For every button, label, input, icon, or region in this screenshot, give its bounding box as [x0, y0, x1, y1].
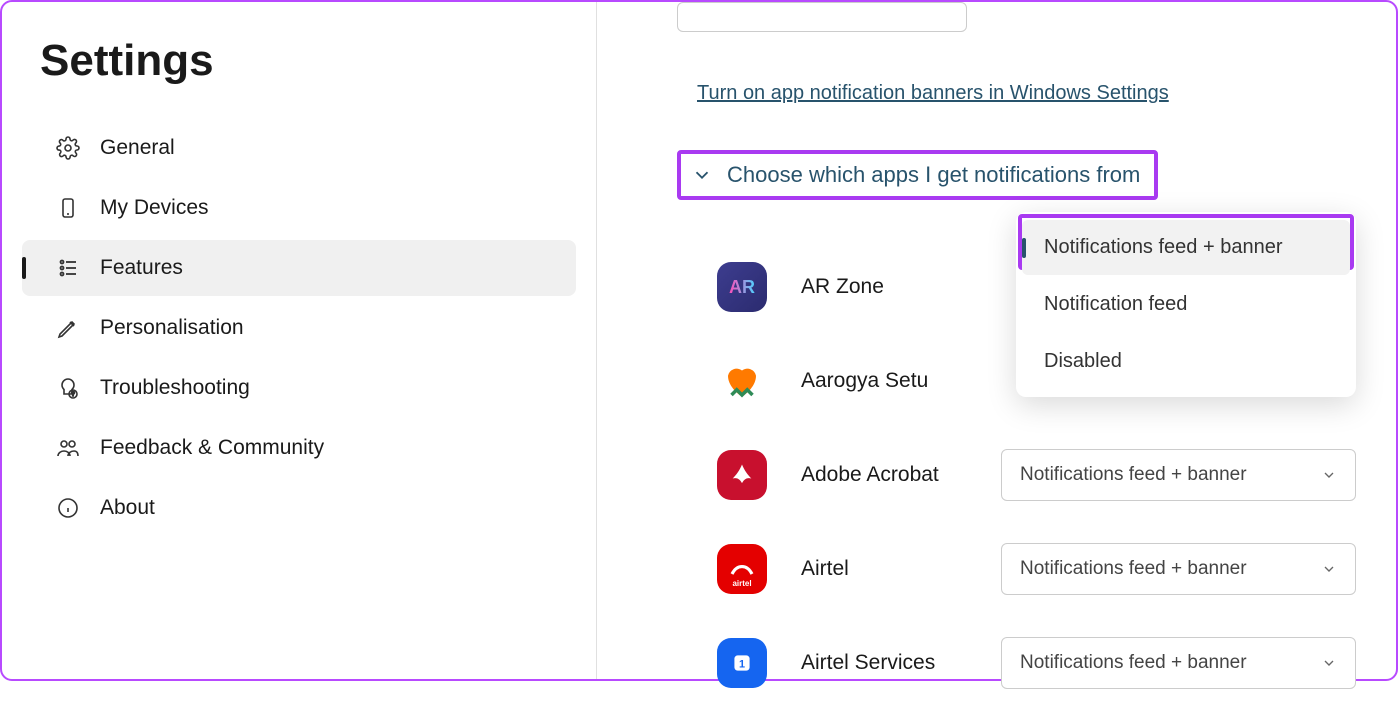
- chevron-down-icon: [691, 164, 713, 186]
- features-icon: [56, 256, 80, 280]
- page-title: Settings: [12, 12, 586, 116]
- app-name-label: Airtel Services: [801, 651, 1001, 675]
- pen-icon: [56, 316, 80, 340]
- sidebar-item-about[interactable]: About: [22, 480, 576, 536]
- gear-icon: [56, 136, 80, 160]
- app-name-label: Adobe Acrobat: [801, 463, 1001, 487]
- notification-dropdown-ar-zone: Notifications feed + banner Notification…: [1016, 212, 1356, 397]
- select-value: Notifications feed + banner: [1020, 652, 1247, 674]
- dropdown-option-feed-banner[interactable]: Notifications feed + banner: [1022, 220, 1350, 275]
- sidebar-item-personalisation[interactable]: Personalisation: [22, 300, 576, 356]
- app-row-airtel-services: 1 Airtel Services Notifications feed + b…: [717, 616, 1356, 710]
- sidebar-item-label: My Devices: [100, 196, 209, 220]
- svg-text:1: 1: [739, 658, 745, 670]
- choose-apps-section-header[interactable]: Choose which apps I get notifications fr…: [677, 150, 1158, 200]
- notification-select-adobe[interactable]: Notifications feed + banner: [1001, 449, 1356, 501]
- device-icon: [56, 196, 80, 220]
- sidebar-item-feedback-community[interactable]: Feedback & Community: [22, 420, 576, 476]
- sidebar-item-general[interactable]: General: [22, 120, 576, 176]
- section-header-label: Choose which apps I get notifications fr…: [727, 162, 1140, 188]
- ar-zone-icon: AR: [717, 262, 767, 312]
- troubleshoot-icon: ?: [56, 376, 80, 400]
- app-name-label: Airtel: [801, 557, 1001, 581]
- community-icon: [56, 436, 80, 460]
- windows-settings-link[interactable]: Turn on app notification banners in Wind…: [697, 82, 1169, 104]
- aarogya-setu-icon: [717, 356, 767, 406]
- sidebar-item-label: About: [100, 496, 155, 520]
- airtel-icon: airtel: [717, 544, 767, 594]
- partial-dropdown[interactable]: [677, 2, 967, 32]
- adobe-acrobat-icon: [717, 450, 767, 500]
- sidebar-item-features[interactable]: Features: [22, 240, 576, 296]
- nav-list: General My Devices Features Personalisat…: [12, 120, 586, 536]
- content-area: Turn on app notification banners in Wind…: [597, 2, 1396, 679]
- chevron-down-icon: [1321, 655, 1337, 671]
- sidebar-item-label: Features: [100, 256, 183, 280]
- info-icon: [56, 496, 80, 520]
- select-value: Notifications feed + banner: [1020, 558, 1247, 580]
- settings-sidebar: Settings General My Devices Features Per…: [2, 2, 597, 679]
- sidebar-item-label: Personalisation: [100, 316, 244, 340]
- sidebar-item-label: General: [100, 136, 175, 160]
- app-row-airtel: airtel Airtel Notifications feed + banne…: [717, 522, 1356, 616]
- app-row-adobe-acrobat: Adobe Acrobat Notifications feed + banne…: [717, 428, 1356, 522]
- sidebar-item-label: Feedback & Community: [100, 436, 324, 460]
- sidebar-item-troubleshooting[interactable]: ? Troubleshooting: [22, 360, 576, 416]
- notification-select-airtel-services[interactable]: Notifications feed + banner: [1001, 637, 1356, 689]
- dropdown-option-feed[interactable]: Notification feed: [1022, 277, 1350, 332]
- sidebar-item-my-devices[interactable]: My Devices: [22, 180, 576, 236]
- chevron-down-icon: [1321, 467, 1337, 483]
- chevron-down-icon: [1321, 561, 1337, 577]
- sidebar-item-label: Troubleshooting: [100, 376, 250, 400]
- select-value: Notifications feed + banner: [1020, 464, 1247, 486]
- dropdown-option-disabled[interactable]: Disabled: [1022, 334, 1350, 389]
- notification-select-airtel[interactable]: Notifications feed + banner: [1001, 543, 1356, 595]
